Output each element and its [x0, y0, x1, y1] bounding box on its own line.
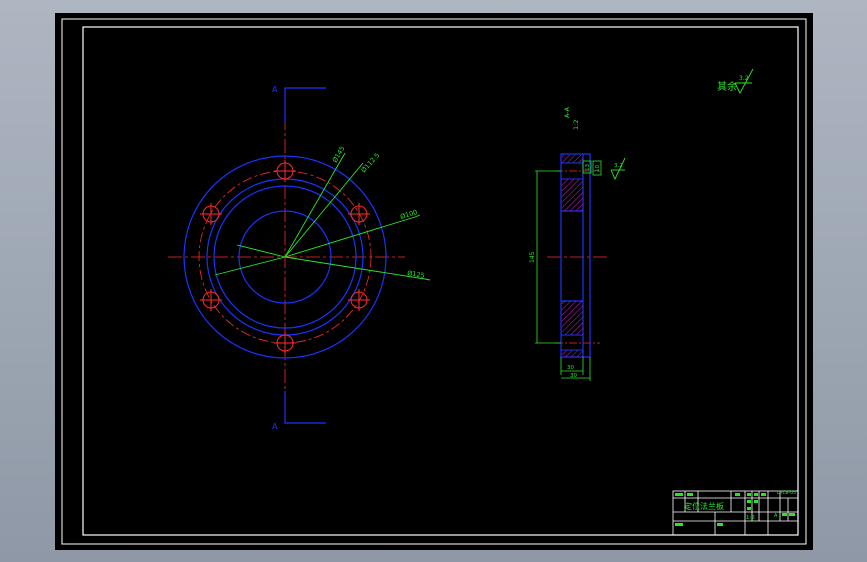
- dim-diameter-112-5: Ø112.5: [360, 151, 382, 174]
- title-block-scale: 1:2: [746, 515, 755, 521]
- title-block-sheet-mark: A: [774, 513, 778, 519]
- outer-frame: [61, 18, 807, 545]
- title-block-part-name: 定位法兰板: [684, 501, 724, 511]
- title-block: [672, 490, 799, 536]
- hatch-lower: [562, 301, 583, 335]
- roughness-side-value: 3.2: [614, 163, 623, 169]
- hatch-top: [562, 155, 583, 163]
- section-view-label: A-A: [563, 106, 571, 118]
- hatch-bottom: [562, 350, 583, 357]
- section-mark-top: A: [272, 85, 278, 94]
- side-view: A-A 1:2 13 10 145 30 30 3.2: [529, 106, 626, 381]
- drawing-sheet: A A Ø145 Ø112.5 Ø100 Ø125 A-A 1:2 13 10 …: [55, 13, 813, 550]
- front-dimension-leaders: [214, 152, 431, 281]
- cad-drawing: A A Ø145 Ø112.5 Ø100 Ø125 A-A 1:2 13 10 …: [61, 18, 807, 545]
- dim-width-inner: 30: [567, 365, 574, 371]
- dim-hole-2: 10: [595, 165, 601, 172]
- dim-height-145: 145: [529, 251, 536, 263]
- title-block-code: DFLB-05: [777, 490, 796, 496]
- dim-hole-1: 13: [585, 164, 591, 171]
- section-view-scale: 1:2: [572, 120, 580, 130]
- hatch-upper: [562, 179, 583, 211]
- dim-diameter-125: Ø125: [407, 269, 426, 280]
- inner-frame: [82, 26, 799, 536]
- roughness-rest-label: 其余: [717, 80, 737, 93]
- roughness-rest-value: 3.2: [739, 75, 749, 82]
- front-view: A A Ø145 Ø112.5 Ø100 Ø125: [168, 85, 431, 431]
- dim-width-outer: 30: [570, 373, 577, 379]
- section-mark-bottom: A: [272, 422, 278, 431]
